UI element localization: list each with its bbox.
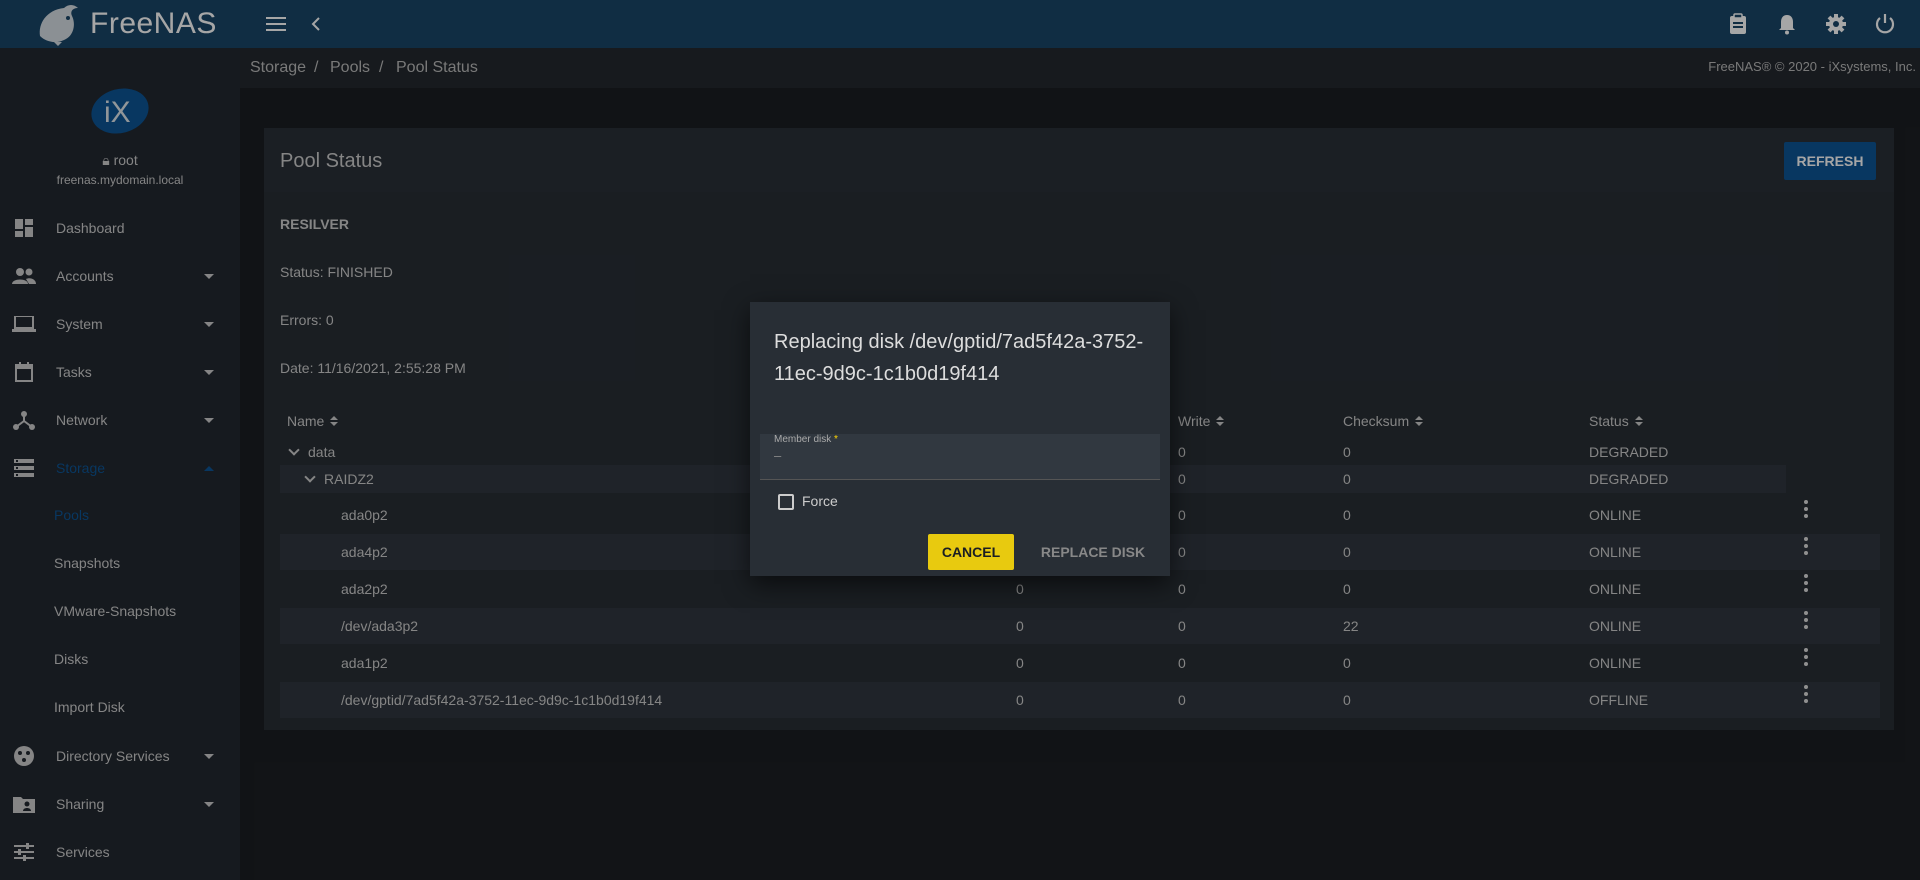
force-label[interactable]: Force (802, 493, 838, 509)
dialog-title: Replacing disk /dev/gptid/7ad5f42a-3752-… (774, 331, 1144, 385)
replace-disk-button[interactable]: REPLACE DISK (1028, 534, 1158, 570)
member-disk-label: Member disk * (774, 434, 838, 445)
replace-disk-dialog: Replacing disk /dev/gptid/7ad5f42a-3752-… (750, 302, 1170, 576)
cancel-button[interactable]: CANCEL (928, 534, 1014, 570)
member-disk-value: – (774, 448, 782, 463)
force-checkbox[interactable] (778, 494, 794, 510)
member-disk-select[interactable]: Member disk * – (760, 434, 1160, 480)
